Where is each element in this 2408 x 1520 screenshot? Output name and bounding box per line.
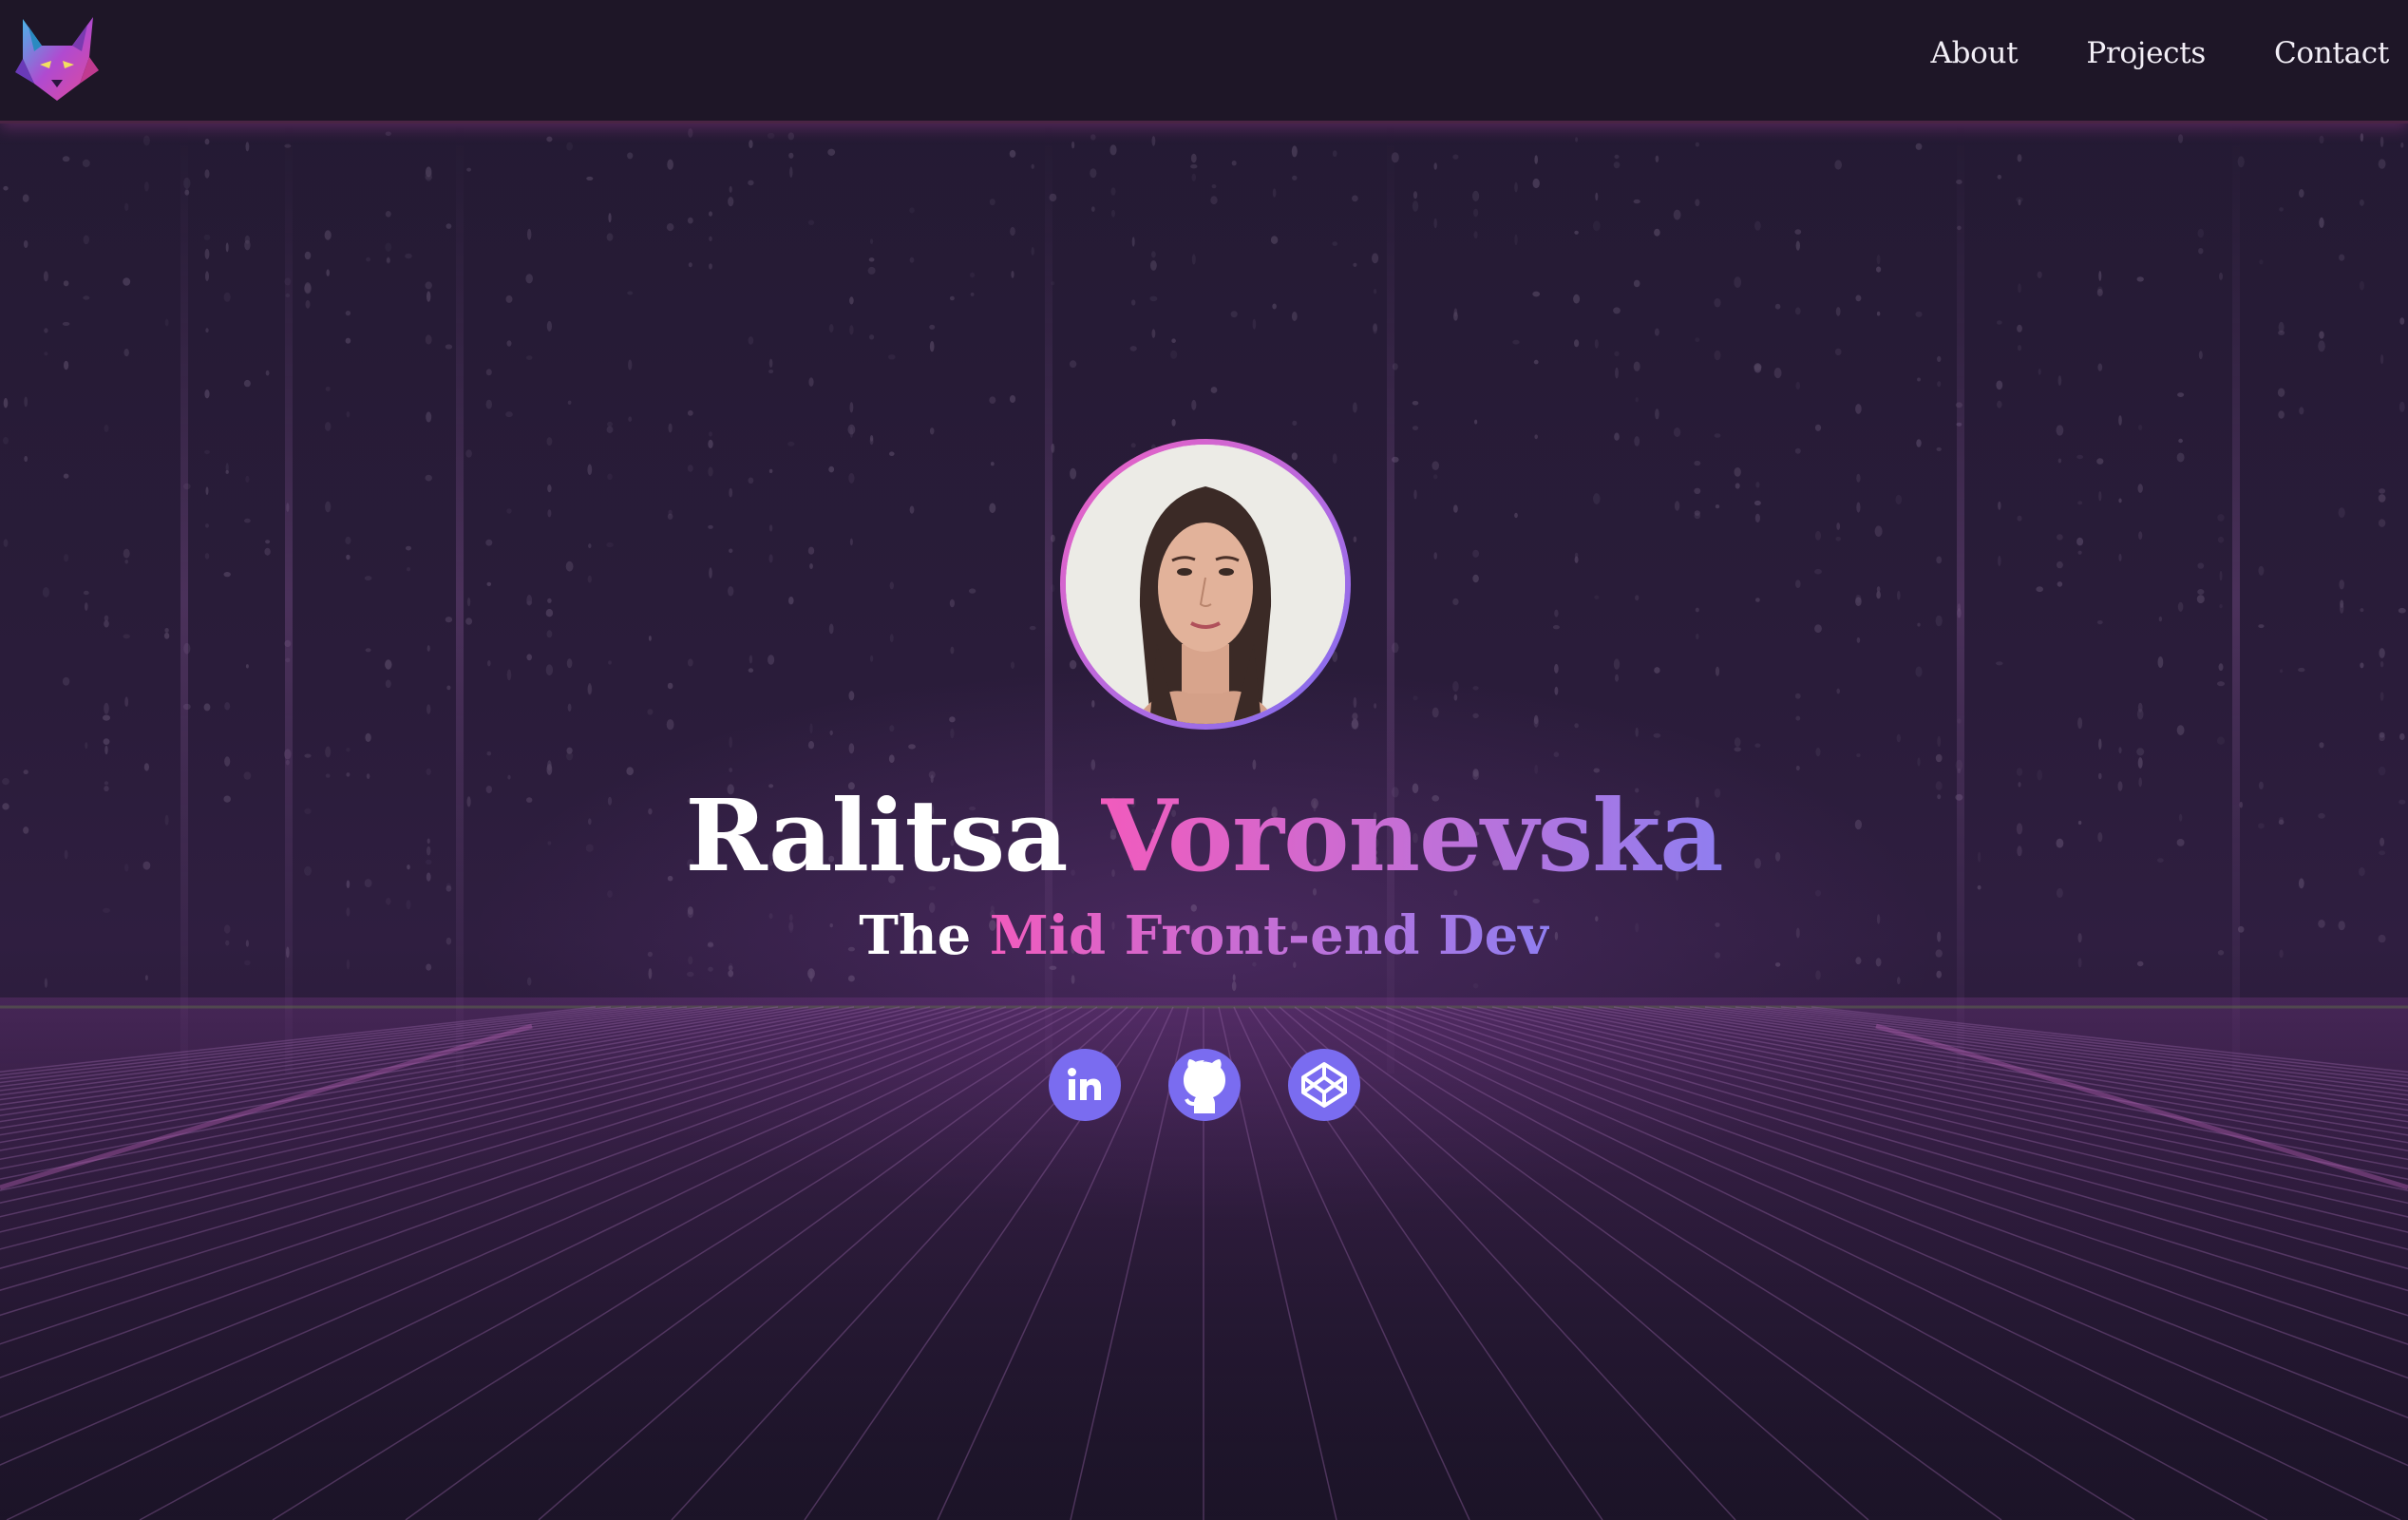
hero-section: Ralitsa Voronevska The Mid Front-end Dev	[0, 0, 2408, 1520]
github-icon[interactable]	[1168, 1049, 1241, 1121]
main-nav: About Projects Contact	[1931, 36, 2390, 70]
nav-about-link[interactable]: About	[1931, 36, 2019, 70]
subtitle-prefix: The	[859, 904, 972, 967]
site-header: About Projects Contact	[0, 0, 2408, 124]
nav-contact-link[interactable]: Contact	[2274, 36, 2389, 70]
profile-photo	[1066, 445, 1345, 724]
codepen-icon[interactable]	[1288, 1049, 1360, 1121]
hero-subtitle: The Mid Front-end Dev	[0, 904, 2408, 967]
avatar-ring	[1060, 439, 1351, 730]
hero-name: Ralitsa Voronevska	[0, 777, 2408, 894]
lynx-logo-icon[interactable]	[13, 13, 101, 104]
page: About Projects Contact Ralitsa Voronevsk…	[0, 0, 2408, 1520]
name-first: Ralitsa	[685, 777, 1068, 894]
social-links	[1049, 1049, 1360, 1121]
linkedin-icon[interactable]	[1049, 1049, 1121, 1121]
nav-projects-link[interactable]: Projects	[2086, 36, 2206, 70]
name-last: Voronevska	[1100, 777, 1724, 894]
subtitle-role: Mid Front-end Dev	[989, 904, 1549, 967]
